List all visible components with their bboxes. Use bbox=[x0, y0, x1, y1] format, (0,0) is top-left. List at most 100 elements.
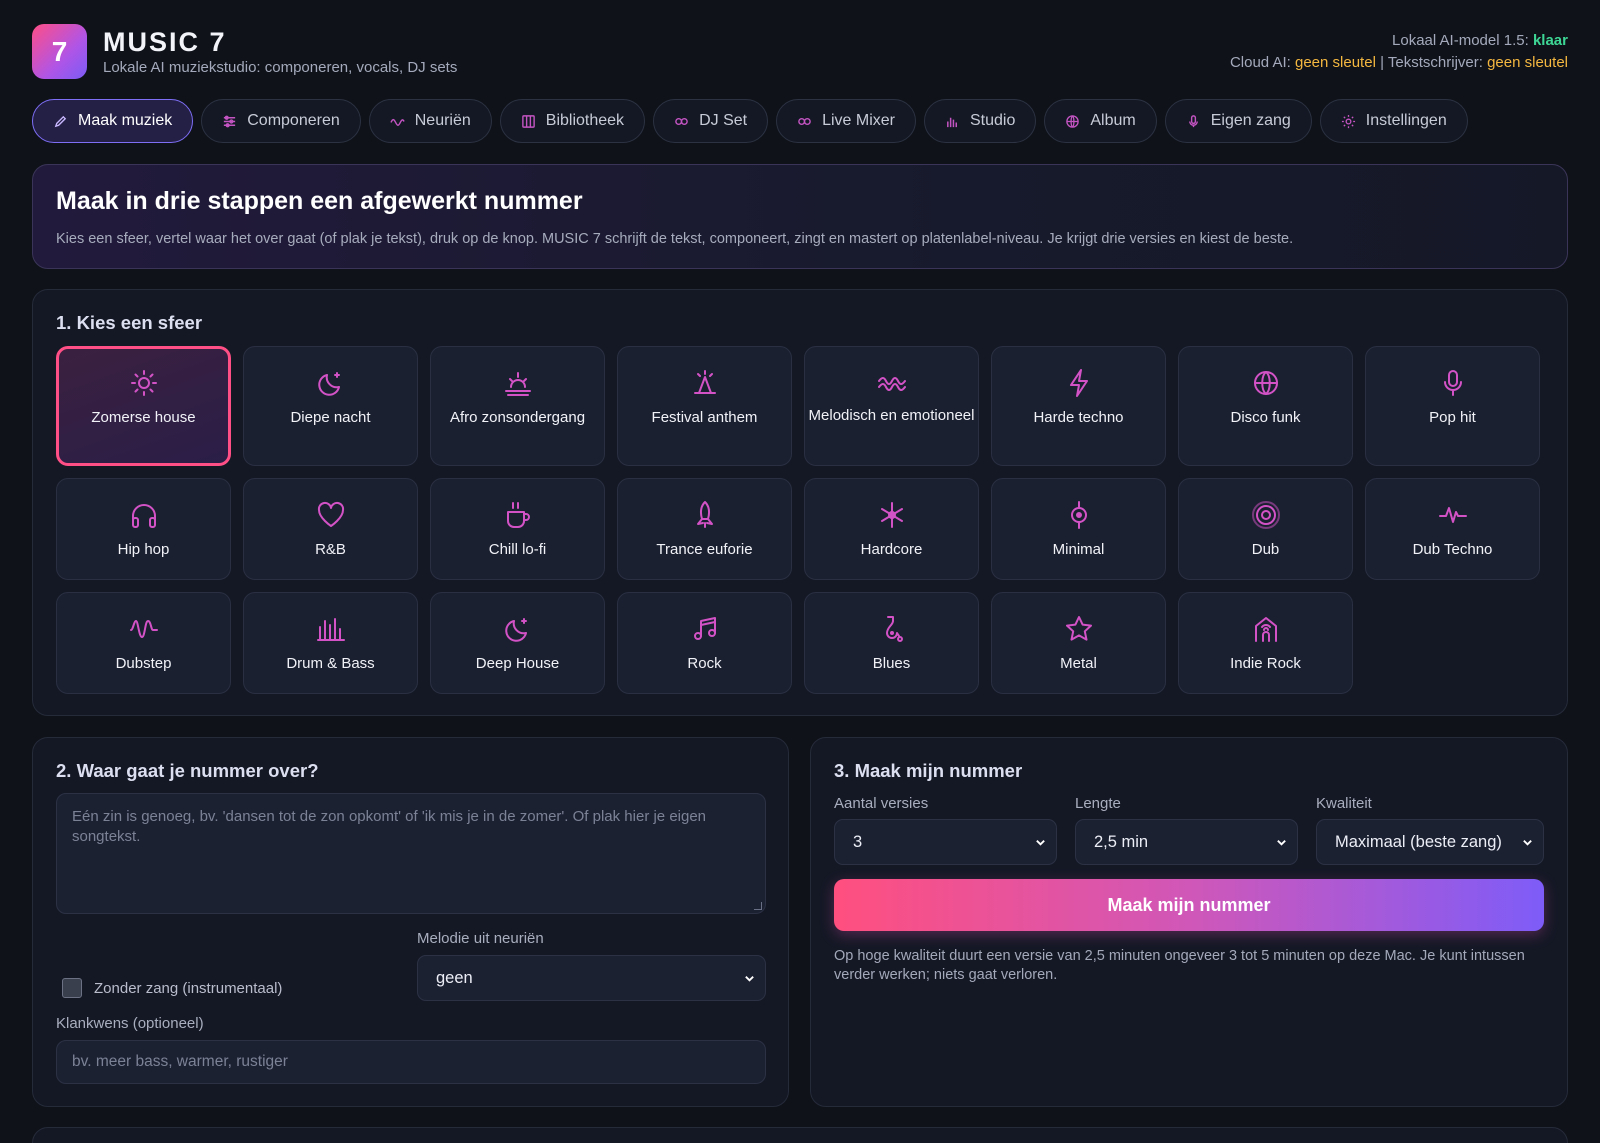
mood-tile-disco-funk[interactable]: Disco funk bbox=[1178, 346, 1353, 466]
mood-label: Pop hit bbox=[1429, 409, 1476, 426]
topic-heading: 2. Waar gaat je nummer over? bbox=[56, 760, 319, 781]
sunset-icon bbox=[504, 372, 531, 396]
make-heading: 3. Maak mijn nummer bbox=[834, 760, 1023, 781]
mood-tile-metal[interactable]: Metal bbox=[991, 592, 1166, 694]
local-model-value: klaar bbox=[1532, 32, 1568, 49]
mood-tile-festival-anthem[interactable]: Festival anthem bbox=[617, 346, 792, 466]
tab-studio[interactable]: Studio bbox=[923, 99, 1037, 143]
status-separator: | bbox=[1380, 54, 1384, 71]
wobble-icon bbox=[129, 620, 158, 638]
globe-icon bbox=[1253, 371, 1278, 395]
mood-tile-indie-rock[interactable]: Indie Rock bbox=[1178, 592, 1353, 694]
mood-tile-rnb[interactable]: R&B bbox=[243, 478, 418, 580]
mood-label: Festival anthem bbox=[651, 409, 758, 426]
quality-select[interactable]: Maximaal (beste zang) bbox=[1316, 819, 1544, 865]
mood-label: Minimal bbox=[1052, 541, 1105, 558]
intro-text: Kies een sfeer, vertel waar het over gaa… bbox=[56, 231, 1294, 247]
instrumental-label: Zonder zang (instrumentaal) bbox=[94, 979, 283, 997]
coffee-icon bbox=[506, 502, 530, 528]
mood-label: Melodisch en emotioneel bbox=[808, 407, 975, 424]
festival-icon bbox=[693, 370, 716, 394]
chevron-down-icon bbox=[1277, 840, 1286, 846]
mood-label: Rock bbox=[687, 655, 722, 672]
mood-tile-chill-lofi[interactable]: Chill lo-fi bbox=[430, 478, 605, 580]
length-select[interactable]: 2,5 min bbox=[1075, 819, 1298, 865]
melody-select[interactable]: geen bbox=[417, 955, 766, 1001]
mood-label: Disco funk bbox=[1230, 409, 1301, 426]
lyricist-value: geen sleutel bbox=[1487, 54, 1568, 71]
mood-label: Indie Rock bbox=[1230, 655, 1301, 672]
tab-label: Bibliotheek bbox=[545, 112, 625, 129]
mood-label: Metal bbox=[1060, 655, 1097, 672]
model-status: Lokaal AI-model 1.5: klaar Cloud AI: gee… bbox=[1230, 30, 1568, 74]
mood-tile-hip-hop[interactable]: Hip hop bbox=[56, 478, 231, 580]
saxophone-icon bbox=[885, 616, 903, 642]
mood-tile-trance-euforie[interactable]: Trance euforie bbox=[617, 478, 792, 580]
mood-label: Hip hop bbox=[117, 541, 170, 558]
topic-placeholder: Eén zin is genoeg, bv. 'dansen tot de zo… bbox=[72, 808, 707, 845]
tab-live-mixer[interactable]: Live Mixer bbox=[776, 99, 916, 143]
main-tabs: Maak muziek Componeren Neuriën Bibliothe… bbox=[32, 99, 1468, 143]
mood-tile-hardcore[interactable]: Hardcore bbox=[804, 478, 979, 580]
mood-label: Dub bbox=[1251, 541, 1280, 558]
topic-textarea[interactable]: Eén zin is genoeg, bv. 'dansen tot de zo… bbox=[56, 793, 766, 914]
intro-banner: Maak in drie stappen een afgewerkt numme… bbox=[32, 164, 1568, 269]
mood-tile-melodisch[interactable]: Melodisch en emotioneel bbox=[804, 346, 979, 466]
mood-tile-diepe-nacht[interactable]: Diepe nacht bbox=[243, 346, 418, 466]
versions-value: 3 bbox=[853, 832, 863, 851]
mood-label: Zomerse house bbox=[91, 409, 196, 426]
cloud-status: Cloud AI: geen sleutel | Tekstschrijver:… bbox=[1230, 52, 1568, 74]
make-song-button[interactable]: Maak mijn nummer bbox=[834, 879, 1544, 931]
dot-line-icon bbox=[1070, 501, 1087, 529]
sound-wish-input[interactable]: bv. meer bass, warmer, rustiger bbox=[56, 1040, 766, 1084]
tab-eigen-zang[interactable]: Eigen zang bbox=[1164, 99, 1312, 143]
globe-icon bbox=[1066, 114, 1080, 128]
mood-tile-harde-techno[interactable]: Harde techno bbox=[991, 346, 1166, 466]
mood-tile-drum-bass[interactable]: Drum & Bass bbox=[243, 592, 418, 694]
tab-bibliotheek[interactable]: Bibliotheek bbox=[499, 99, 646, 143]
mood-tile-deep-house[interactable]: Deep House bbox=[430, 592, 605, 694]
length-value: 2,5 min bbox=[1094, 832, 1149, 851]
mood-tile-dub-techno[interactable]: Dub Techno bbox=[1365, 478, 1540, 580]
mood-section: 1. Kies een sfeer Zomerse house Diepe na… bbox=[32, 289, 1568, 716]
mood-tile-blues[interactable]: Blues bbox=[804, 592, 979, 694]
sun-icon bbox=[130, 370, 157, 396]
melody-value: geen bbox=[436, 968, 473, 987]
mood-tile-minimal[interactable]: Minimal bbox=[991, 478, 1166, 580]
mood-tile-rock[interactable]: Rock bbox=[617, 592, 792, 694]
mood-tile-afro-zonsondergang[interactable]: Afro zonsondergang bbox=[430, 346, 605, 466]
mood-label: Trance euforie bbox=[656, 541, 753, 558]
tab-dj-set[interactable]: DJ Set bbox=[653, 99, 769, 143]
mood-tile-pop-hit[interactable]: Pop hit bbox=[1365, 346, 1540, 466]
instrumental-checkbox[interactable] bbox=[62, 978, 82, 998]
tab-album[interactable]: Album bbox=[1044, 99, 1157, 143]
tab-label: Neuriën bbox=[414, 112, 471, 129]
tab-label: Eigen zang bbox=[1210, 112, 1291, 129]
rocket-icon bbox=[696, 501, 713, 528]
tab-neurien[interactable]: Neuriën bbox=[368, 99, 492, 143]
mood-tile-dub[interactable]: Dub bbox=[1178, 478, 1353, 580]
house-signal-icon bbox=[1254, 617, 1277, 642]
mood-heading: 1. Kies een sfeer bbox=[56, 312, 203, 333]
mood-label: Afro zonsondergang bbox=[449, 409, 586, 426]
tab-componeren[interactable]: Componeren bbox=[201, 99, 361, 143]
link-icon bbox=[798, 117, 811, 125]
tab-label: Live Mixer bbox=[822, 112, 895, 129]
moon-icon bbox=[504, 618, 527, 642]
versions-select[interactable]: 3 bbox=[834, 819, 1057, 865]
mic-icon bbox=[1188, 114, 1198, 127]
tab-label: Componeren bbox=[247, 112, 340, 129]
instrumental-option[interactable]: Zonder zang (instrumentaal) bbox=[62, 978, 282, 998]
mood-tile-dubstep[interactable]: Dubstep bbox=[56, 592, 231, 694]
bolt-icon bbox=[1069, 369, 1088, 397]
headphones-icon bbox=[131, 504, 156, 528]
moon-icon bbox=[317, 372, 340, 396]
bars-icon bbox=[947, 117, 957, 127]
resize-handle[interactable] bbox=[754, 902, 762, 910]
tab-maak-muziek[interactable]: Maak muziek bbox=[32, 99, 194, 143]
tab-instellingen[interactable]: Instellingen bbox=[1319, 99, 1468, 143]
library-icon bbox=[521, 114, 535, 128]
next-section bbox=[32, 1127, 1568, 1143]
local-model-status: Lokaal AI-model 1.5: klaar bbox=[1230, 30, 1568, 52]
mood-tile-zomerse-house[interactable]: Zomerse house bbox=[56, 346, 231, 466]
